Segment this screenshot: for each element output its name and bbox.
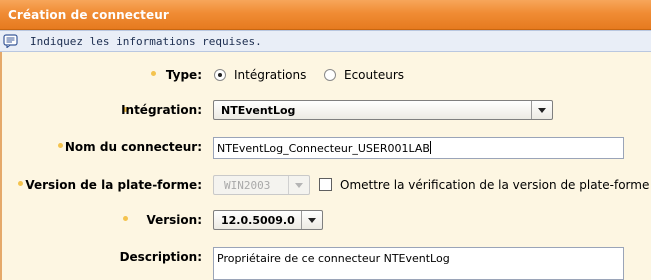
chevron-down-icon xyxy=(538,108,546,113)
radio-ecouteurs[interactable] xyxy=(324,69,336,81)
type-label: Type: xyxy=(165,68,202,82)
platform-version-row: Version de la plate-forme: WIN2003 Omett… xyxy=(0,172,651,198)
integration-label: Intégration: xyxy=(121,103,202,117)
required-bullet-icon xyxy=(123,216,128,221)
version-row: Version: 12.0.5009.0 xyxy=(0,207,651,233)
description-value: Propriétaire de ce connecteur NTEventLog xyxy=(217,252,450,265)
connector-name-row: Nom du connecteur: NTEventLog_Connecteur… xyxy=(0,134,651,160)
connector-name-input[interactable]: NTEventLog_Connecteur_USER001LAB xyxy=(213,137,624,159)
integration-select-value: NTEventLog xyxy=(221,104,296,117)
description-row: Description: Propriétaire de ce connecte… xyxy=(0,244,651,280)
radio-integrations-label[interactable]: Intégrations xyxy=(234,68,306,82)
connector-name-value: NTEventLog_Connecteur_USER001LAB xyxy=(217,141,431,155)
radio-integrations[interactable] xyxy=(214,69,226,81)
info-bar: Indiquez les informations requises. xyxy=(0,30,651,52)
version-dropdown-button[interactable] xyxy=(301,211,322,229)
description-label: Description: xyxy=(119,250,202,264)
chevron-down-icon xyxy=(308,218,316,223)
version-label: Version: xyxy=(146,213,202,227)
integration-dropdown-button[interactable] xyxy=(531,101,552,119)
platform-version-select: WIN2003 xyxy=(213,175,310,195)
required-bullet-icon xyxy=(18,181,23,186)
version-select[interactable]: 12.0.5009.0 xyxy=(213,210,323,230)
description-textarea[interactable]: Propriétaire de ce connecteur NTEventLog xyxy=(213,247,624,280)
type-row: Type: Intégrations Ecouteurs xyxy=(0,62,651,88)
skip-platform-check-label[interactable]: Omettre la vérification de la version de… xyxy=(340,178,649,192)
required-bullet-icon xyxy=(58,143,63,148)
radio-ecouteurs-label[interactable]: Ecouteurs xyxy=(344,68,404,82)
connector-name-label: Nom du connecteur: xyxy=(64,140,202,154)
chevron-down-icon xyxy=(295,183,303,188)
integration-select[interactable]: NTEventLog xyxy=(213,100,553,120)
integration-row: Intégration: NTEventLog xyxy=(0,98,651,124)
skip-platform-check-checkbox[interactable] xyxy=(319,178,332,191)
platform-version-dropdown-button xyxy=(288,176,309,194)
message-icon xyxy=(3,34,18,48)
platform-version-value: WIN2003 xyxy=(224,179,271,192)
dialog-title: Création de connecteur xyxy=(8,8,169,22)
info-message: Indiquez les informations requises. xyxy=(30,35,262,48)
dialog-title-bar: Création de connecteur xyxy=(0,0,651,30)
platform-version-label: Version de la plate-forme: xyxy=(25,178,202,192)
required-bullet-icon xyxy=(151,71,156,76)
version-select-value: 12.0.5009.0 xyxy=(221,214,295,227)
text-caret xyxy=(429,141,431,154)
